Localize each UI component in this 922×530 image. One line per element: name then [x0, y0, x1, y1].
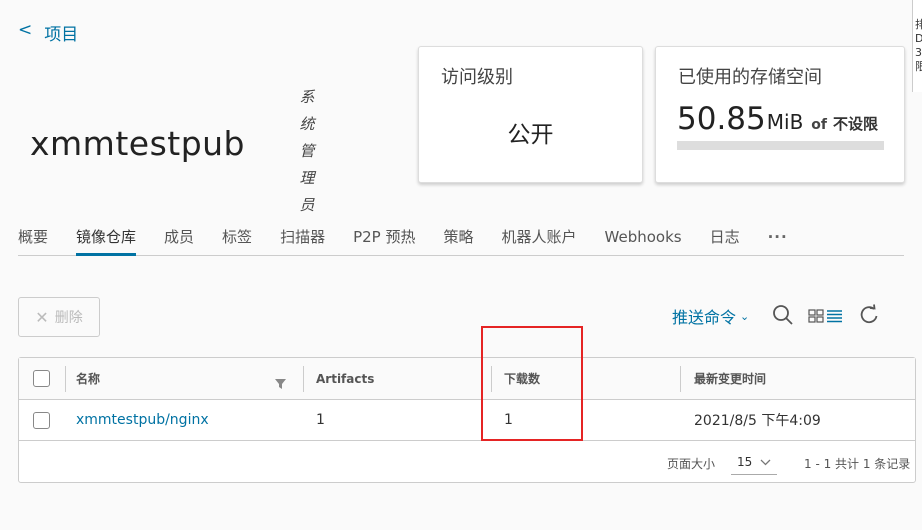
- select-all-checkbox[interactable]: [33, 370, 50, 387]
- row-select-cell: [33, 400, 50, 440]
- storage-usage-card: 已使用的存储空间 50.85 MiB of 不设限: [655, 46, 905, 183]
- storage-of-label: of: [811, 117, 828, 133]
- storage-unit: MiB: [766, 110, 804, 134]
- access-level-title: 访问级别: [441, 67, 513, 88]
- delete-button-label: 删除: [54, 310, 83, 326]
- push-command-dropdown[interactable]: 推送命令 ⌄: [672, 304, 749, 328]
- access-level-card: 访问级别 公开: [418, 46, 643, 183]
- role-char: 管: [299, 142, 315, 160]
- edge-char: D: [915, 32, 922, 46]
- column-header-last-modified[interactable]: 最新变更时间: [694, 358, 766, 399]
- delete-button[interactable]: ✕ 删除: [18, 297, 100, 337]
- role-char: 理: [299, 169, 315, 187]
- page-size-label: 页面大小: [667, 457, 716, 471]
- tab-policy[interactable]: 策略: [443, 226, 473, 256]
- tab-members[interactable]: 成员: [164, 226, 194, 256]
- select-all-cell: [33, 358, 50, 399]
- edge-char: 3: [915, 46, 922, 59]
- back-to-projects-link[interactable]: < 项目: [18, 20, 78, 45]
- role-char: 系: [299, 88, 315, 106]
- column-divider: [65, 366, 66, 392]
- storage-amount: 50.85: [677, 101, 766, 137]
- pagination-range: 1 - 1 共计 1 条记录: [804, 457, 911, 471]
- column-divider: [303, 366, 304, 392]
- column-header-name[interactable]: 名称: [76, 358, 100, 399]
- column-header-artifacts[interactable]: Artifacts: [316, 358, 374, 399]
- role-char: 统: [299, 115, 315, 133]
- column-header-downloads[interactable]: 下载数: [504, 358, 540, 399]
- repository-table: 名称 Artifacts 下载数 最新变更时间 xmmtestpub/nginx…: [18, 357, 916, 483]
- filter-icon[interactable]: [275, 374, 286, 393]
- role-char: 员: [299, 196, 315, 214]
- edge-partial-panel: 排 D 3 限: [912, 0, 922, 92]
- edge-char: 排: [915, 18, 922, 32]
- storage-limit: 不设限: [833, 115, 879, 133]
- column-divider: [680, 366, 681, 392]
- storage-usage-title: 已使用的存储空间: [678, 67, 822, 88]
- tab-robot-accounts[interactable]: 机器人账户: [502, 226, 577, 256]
- repository-name-link[interactable]: xmmtestpub/nginx: [76, 400, 209, 440]
- page-size-select[interactable]: 15: [731, 449, 777, 475]
- push-command-label: 推送命令: [672, 308, 737, 327]
- tab-p2p-preheat[interactable]: P2P 预热: [353, 226, 415, 256]
- tab-labels[interactable]: 标签: [222, 226, 252, 256]
- project-tabs: 概要 镜像仓库 成员 标签 扫描器 P2P 预热 策略 机器人账户 Webhoo…: [18, 226, 904, 256]
- download-count: 1: [504, 412, 513, 428]
- tab-repositories[interactable]: 镜像仓库: [76, 226, 137, 256]
- tab-webhooks[interactable]: Webhooks: [605, 226, 682, 256]
- view-toggle-icon[interactable]: [808, 308, 844, 327]
- last-modified-time: 2021/8/5 下午4:09: [694, 413, 821, 429]
- table-header: 名称 Artifacts 下载数 最新变更时间: [19, 358, 915, 400]
- user-role: 系 统 管 理 员: [297, 84, 317, 219]
- column-divider: [491, 366, 492, 392]
- chevron-down-icon: ⌄: [740, 309, 750, 323]
- row-checkbox[interactable]: [33, 411, 50, 429]
- page-size-value: 15: [737, 454, 753, 469]
- tab-scanner[interactable]: 扫描器: [280, 226, 325, 256]
- storage-usage-value: 50.85 MiB of 不设限: [677, 101, 878, 137]
- search-icon[interactable]: [772, 304, 794, 330]
- refresh-icon[interactable]: [858, 304, 880, 330]
- table-row: xmmtestpub/nginx 1 1 2021/8/5 下午4:09: [19, 400, 915, 441]
- table-footer: 页面大小 15 1 - 1 共计 1 条记录: [19, 441, 915, 483]
- edge-char: 限: [915, 60, 922, 74]
- storage-progress-bar: [677, 141, 884, 150]
- access-level-value: 公开: [507, 122, 554, 148]
- back-arrow-icon: <: [18, 20, 33, 40]
- tab-logs[interactable]: 日志: [710, 226, 740, 256]
- back-link-label: 项目: [44, 25, 79, 45]
- more-tabs-button[interactable]: ···: [768, 226, 788, 256]
- close-icon: ✕: [35, 307, 49, 327]
- tab-summary[interactable]: 概要: [18, 226, 48, 256]
- project-name: xmmtestpub: [30, 124, 246, 163]
- chevron-down-icon: [760, 455, 771, 469]
- artifacts-count: 1: [316, 412, 325, 428]
